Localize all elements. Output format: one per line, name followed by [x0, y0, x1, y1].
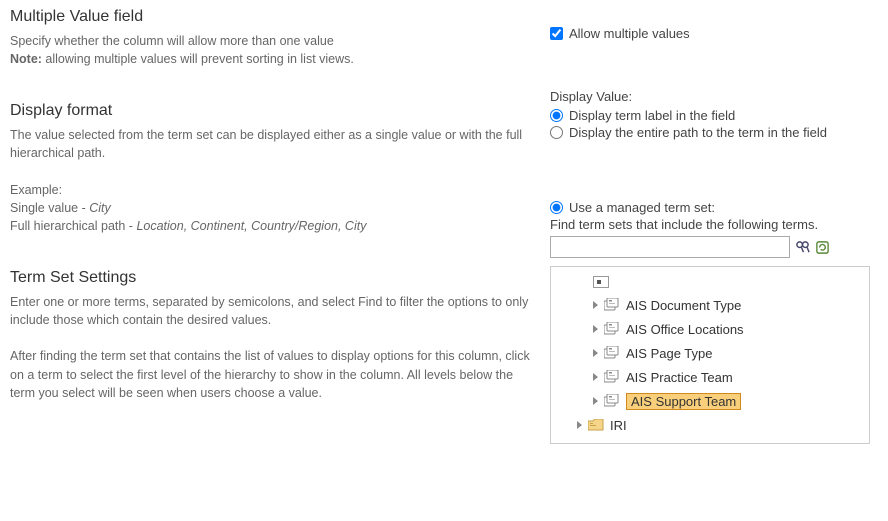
tree-item-label[interactable]: AIS Page Type — [626, 346, 713, 361]
find-termsets-input[interactable] — [550, 236, 790, 258]
display-path-radio[interactable] — [550, 126, 563, 139]
tree-item-label[interactable]: People — [610, 442, 650, 445]
multivalue-desc: Specify whether the column will allow mo… — [10, 34, 334, 48]
folder-icon — [588, 443, 604, 445]
tree-item[interactable]: AIS Page Type — [593, 341, 865, 365]
tree-item-label[interactable]: AIS Support Team — [626, 393, 741, 410]
termset-icon — [604, 322, 620, 336]
termset-icon — [604, 394, 620, 408]
termset-icon — [604, 370, 620, 384]
folder-icon — [588, 419, 604, 432]
tree-item[interactable]: AIS Support Team — [593, 389, 865, 413]
reset-icon[interactable] — [814, 239, 830, 255]
termset-desc2: After finding the term set that contains… — [10, 349, 530, 399]
expander-icon[interactable] — [593, 397, 598, 405]
tree-item[interactable]: AIS Document Type — [593, 293, 865, 317]
termset-partial-icon — [593, 276, 609, 288]
tree-item[interactable]: IRI — [577, 413, 865, 437]
expander-icon[interactable] — [593, 325, 598, 333]
note-text: allowing multiple values will prevent so… — [42, 52, 354, 66]
display-path-radio-label: Display the entire path to the term in t… — [569, 125, 827, 140]
display-label-radio-label: Display term label in the field — [569, 108, 735, 123]
termset-tree[interactable]: AIS Document Type AIS Office Locations AIS… — [550, 266, 870, 444]
example-label: Example: — [10, 183, 62, 197]
tree-item-label[interactable]: IRI — [610, 418, 627, 433]
expander-icon[interactable] — [593, 373, 598, 381]
tree-item-label[interactable]: AIS Office Locations — [626, 322, 744, 337]
termset-title: Term Set Settings — [10, 269, 530, 287]
allow-multiple-checkbox[interactable] — [550, 27, 563, 40]
tree-item[interactable]: People — [577, 437, 865, 444]
expander-icon[interactable] — [593, 301, 598, 309]
multivalue-title: Multiple Value field — [10, 8, 530, 26]
displayformat-title: Display format — [10, 102, 530, 120]
expander-icon[interactable] — [577, 421, 582, 429]
example-full-value: Location, Continent, Country/Region, Cit… — [136, 219, 366, 233]
display-label-radio[interactable] — [550, 109, 563, 122]
termset-icon — [604, 298, 620, 312]
display-value-heading: Display Value: — [550, 89, 870, 104]
termset-desc1: Enter one or more terms, separated by se… — [10, 295, 528, 327]
use-managed-termset-radio[interactable] — [550, 201, 563, 214]
example-single-prefix: Single value - — [10, 201, 89, 215]
example-single-value: City — [89, 201, 111, 215]
use-managed-termset-label: Use a managed term set: — [569, 200, 715, 215]
termset-icon — [604, 346, 620, 360]
example-full-prefix: Full hierarchical path - — [10, 219, 136, 233]
tree-item[interactable]: AIS Practice Team — [593, 365, 865, 389]
allow-multiple-label: Allow multiple values — [569, 26, 690, 41]
displayformat-desc: The value selected from the term set can… — [10, 128, 522, 160]
find-icon[interactable] — [794, 239, 810, 255]
tree-item-label[interactable]: AIS Document Type — [626, 298, 741, 313]
note-label: Note: — [10, 52, 42, 66]
tree-item[interactable]: AIS Office Locations — [593, 317, 865, 341]
find-termsets-label: Find term sets that include the followin… — [550, 217, 870, 232]
expander-icon[interactable] — [593, 349, 598, 357]
tree-item-label[interactable]: AIS Practice Team — [626, 370, 733, 385]
